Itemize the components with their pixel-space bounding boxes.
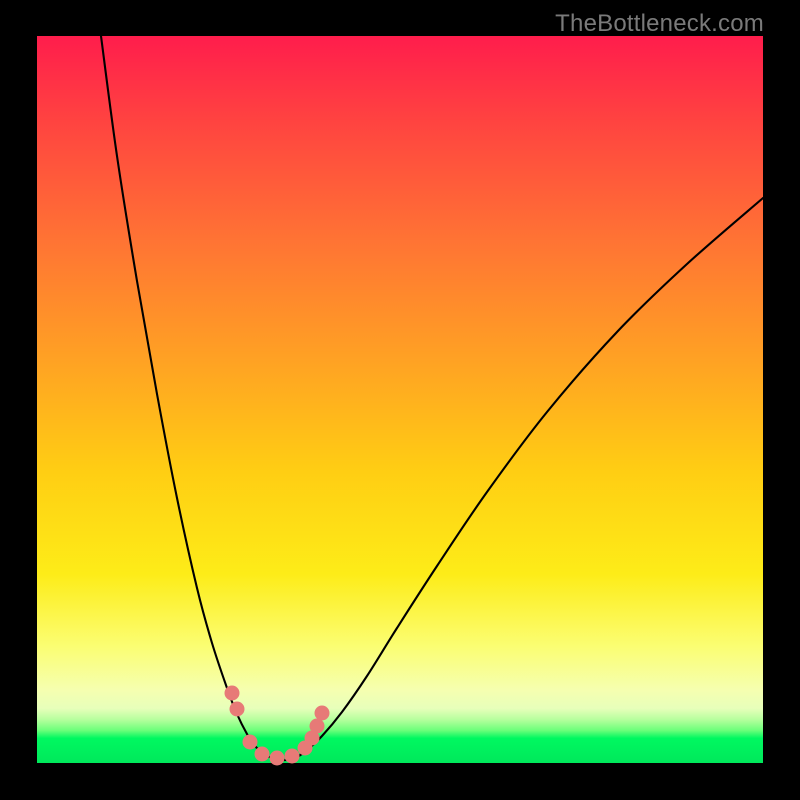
marker-dot (270, 751, 285, 766)
marker-dot (225, 686, 240, 701)
outer-frame: TheBottleneck.com (0, 0, 800, 800)
min-region-dots (225, 686, 330, 766)
marker-dot (243, 735, 258, 750)
marker-dot (255, 747, 270, 762)
watermark-text: TheBottleneck.com (555, 10, 764, 38)
marker-dot (230, 702, 245, 717)
marker-dot (285, 749, 300, 764)
marker-dot (310, 719, 325, 734)
marker-dot (315, 706, 330, 721)
chart-svg (37, 36, 763, 763)
bottleneck-curve (101, 36, 763, 760)
